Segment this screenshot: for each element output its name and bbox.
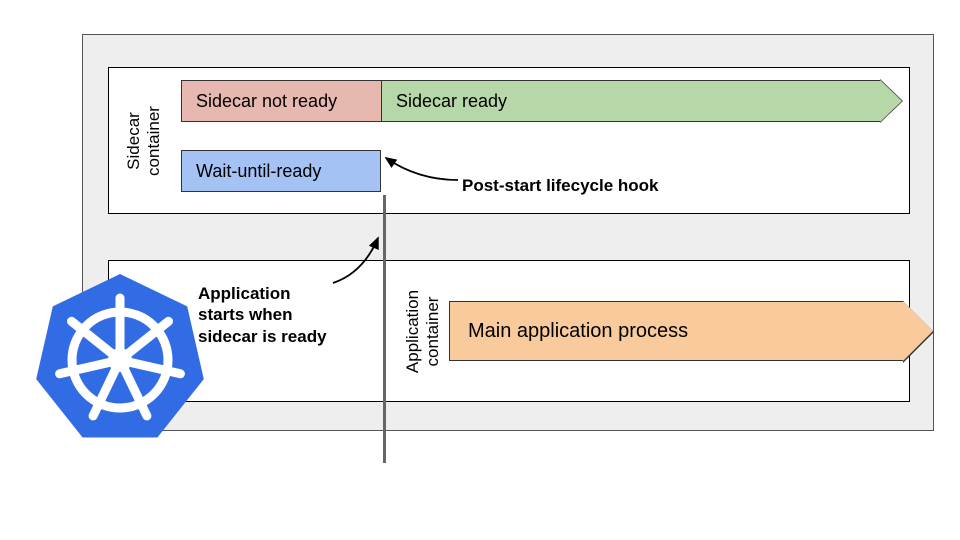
- bar-main-app-text: Main application process: [468, 320, 688, 343]
- bar-sidecar-not-ready: Sidecar not ready: [181, 80, 381, 122]
- arrow-app-starts: [328, 233, 398, 288]
- annotation-post-start: Post-start lifecycle hook: [462, 175, 659, 196]
- bar-main-app: Main application process: [449, 301, 904, 361]
- bar-wait-until-ready: Wait-until-ready: [181, 150, 381, 192]
- kubernetes-logo-icon: [20, 260, 220, 460]
- bar-sidecar-not-ready-text: Sidecar not ready: [196, 91, 337, 112]
- bar-sidecar-ready-text: Sidecar ready: [396, 91, 507, 112]
- bar-wait-until-ready-text: Wait-until-ready: [196, 161, 321, 182]
- bar-sidecar-ready: Sidecar ready: [381, 80, 881, 122]
- arrow-post-start: [378, 150, 463, 190]
- sidecar-container-label: Sidecar container: [124, 86, 163, 196]
